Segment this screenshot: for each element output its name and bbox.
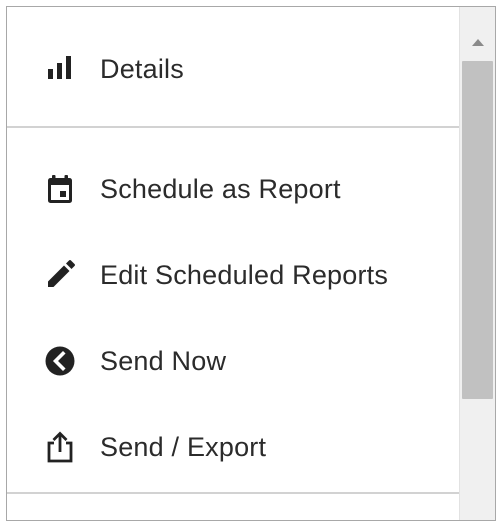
share-export-icon [43, 430, 77, 464]
menu-item-schedule-as-report[interactable]: Schedule as Report [7, 159, 461, 219]
menu-item-edit-scheduled-reports[interactable]: Edit Scheduled Reports [7, 245, 461, 305]
menu-list: Details Schedule as Report Edit Schedule… [7, 7, 461, 520]
menu-item-details[interactable]: Details [7, 39, 461, 99]
context-menu: Details Schedule as Report Edit Schedule… [6, 6, 496, 521]
menu-divider [7, 492, 461, 494]
menu-item-label: Send / Export [100, 431, 267, 462]
menu-item-send-now[interactable]: Send Now [7, 331, 461, 391]
scroll-up-arrow-icon[interactable] [460, 25, 495, 59]
menu-item-label: Schedule as Report [100, 173, 341, 204]
menu-item-send-export[interactable]: Send / Export [7, 417, 461, 477]
bar-chart-icon [43, 52, 77, 86]
menu-item-label: Edit Scheduled Reports [100, 259, 389, 290]
menu-item-label: Details [100, 53, 184, 84]
scrollbar-thumb[interactable] [462, 61, 493, 399]
chevron-left-circle-icon [43, 344, 77, 378]
menu-divider [7, 126, 461, 128]
calendar-icon [43, 172, 77, 206]
vertical-scrollbar[interactable] [459, 7, 495, 520]
menu-item-label: Send Now [100, 345, 227, 376]
pencil-icon [43, 258, 77, 292]
